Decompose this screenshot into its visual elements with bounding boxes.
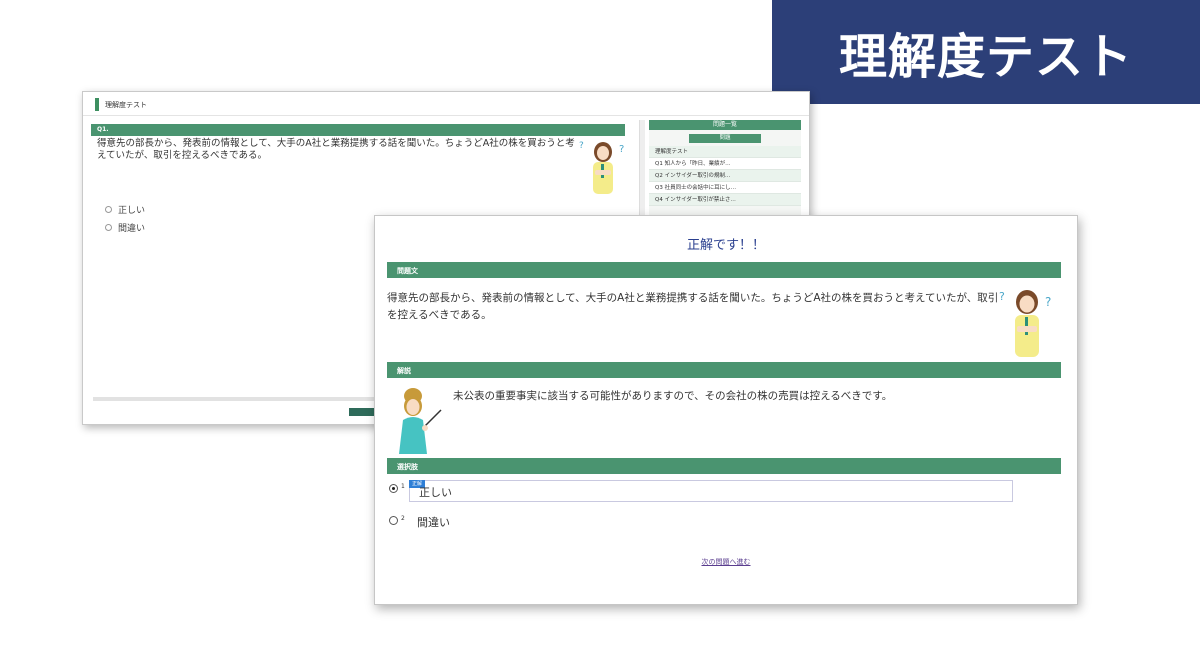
list-item[interactable]: Q3 社員同士の会話中に耳にし… (649, 182, 801, 194)
radio-selected-icon[interactable] (389, 484, 398, 493)
question-text: 得意先の部長から、発表前の情報として、大手のA社と業務提携する話を聞いた。ちょう… (97, 138, 575, 161)
choice-label: 間違い (417, 516, 450, 529)
result-message: 正解です！！ (686, 238, 765, 253)
window-header: 理解度テスト (83, 92, 809, 116)
question-list-subheader: 問題 (689, 134, 761, 143)
question-list-header: 問題一覧 (649, 120, 801, 130)
correct-answer-box: 正解 (409, 480, 1013, 502)
svg-text:?: ? (619, 144, 624, 155)
list-item[interactable]: Q2 インサイダー取引の規制… (649, 170, 801, 182)
question-number-label: Q1. (97, 126, 109, 133)
choice-2[interactable]: 2 (389, 514, 405, 525)
next-question-link[interactable]: 次の問題へ進む (375, 557, 1077, 567)
list-item[interactable]: Q1 知人から「昨日、業績が… (649, 158, 801, 170)
svg-text:?: ? (999, 290, 1005, 303)
choice-label: 正しい (419, 486, 452, 499)
choice-number: 1 (401, 483, 405, 490)
section-label: 選択肢 (397, 463, 418, 471)
list-item[interactable]: 理解度テスト (649, 146, 801, 158)
header-accent-mark (95, 98, 99, 111)
explanation-section-bar: 解説 (387, 362, 1061, 378)
question-list-panel: 問題一覧 問題 理解度テスト Q1 知人から「昨日、業績が… Q2 インサイダー… (649, 120, 801, 216)
banner-title: 理解度テスト (838, 29, 1133, 85)
choice-number: 2 (401, 515, 405, 522)
option-label: 正しい (118, 206, 146, 216)
option-2[interactable]: 間違い (105, 221, 145, 234)
choices-section-bar: 選択肢 (387, 458, 1061, 474)
radio-icon[interactable] (105, 224, 112, 231)
question-bar: Q1. (91, 124, 625, 136)
teacher-woman-illustration (399, 388, 442, 454)
svg-text:?: ? (1045, 295, 1051, 309)
section-label: 問題文 (397, 267, 418, 275)
thinking-woman-illustration: ? ? (999, 290, 1051, 357)
list-item[interactable]: Q4 インサイダー取引が禁止さ… (649, 194, 801, 206)
option-1[interactable]: 正しい (105, 203, 145, 216)
answer-result-window: 正解です！！ 問題文 得意先の部長から、発表前の情報として、大手のA社と業務提携… (374, 215, 1078, 605)
thinking-woman-illustration: ? ? (579, 141, 624, 194)
promo-page: 理解度テスト 理解度テスト Q1. 得意先の部長から、発表前の情報として、大手の… (0, 0, 1200, 650)
svg-text:?: ? (579, 141, 584, 151)
option-label: 間違い (118, 224, 146, 234)
window-title: 理解度テスト (105, 101, 147, 109)
choice-1[interactable]: 1 (389, 482, 405, 493)
question-text: 得意先の部長から、発表前の情報として、大手のA社と業務提携する話を聞いた。ちょう… (387, 292, 999, 321)
radio-icon[interactable] (389, 516, 398, 525)
question-section-bar: 問題文 (387, 262, 1061, 278)
radio-icon[interactable] (105, 206, 112, 213)
title-banner: 理解度テスト (772, 0, 1200, 104)
explanation-text: 未公表の重要事実に該当する可能性がありますので、その会社の株の売買は控えるべきで… (453, 390, 893, 402)
section-label: 解説 (397, 367, 411, 375)
